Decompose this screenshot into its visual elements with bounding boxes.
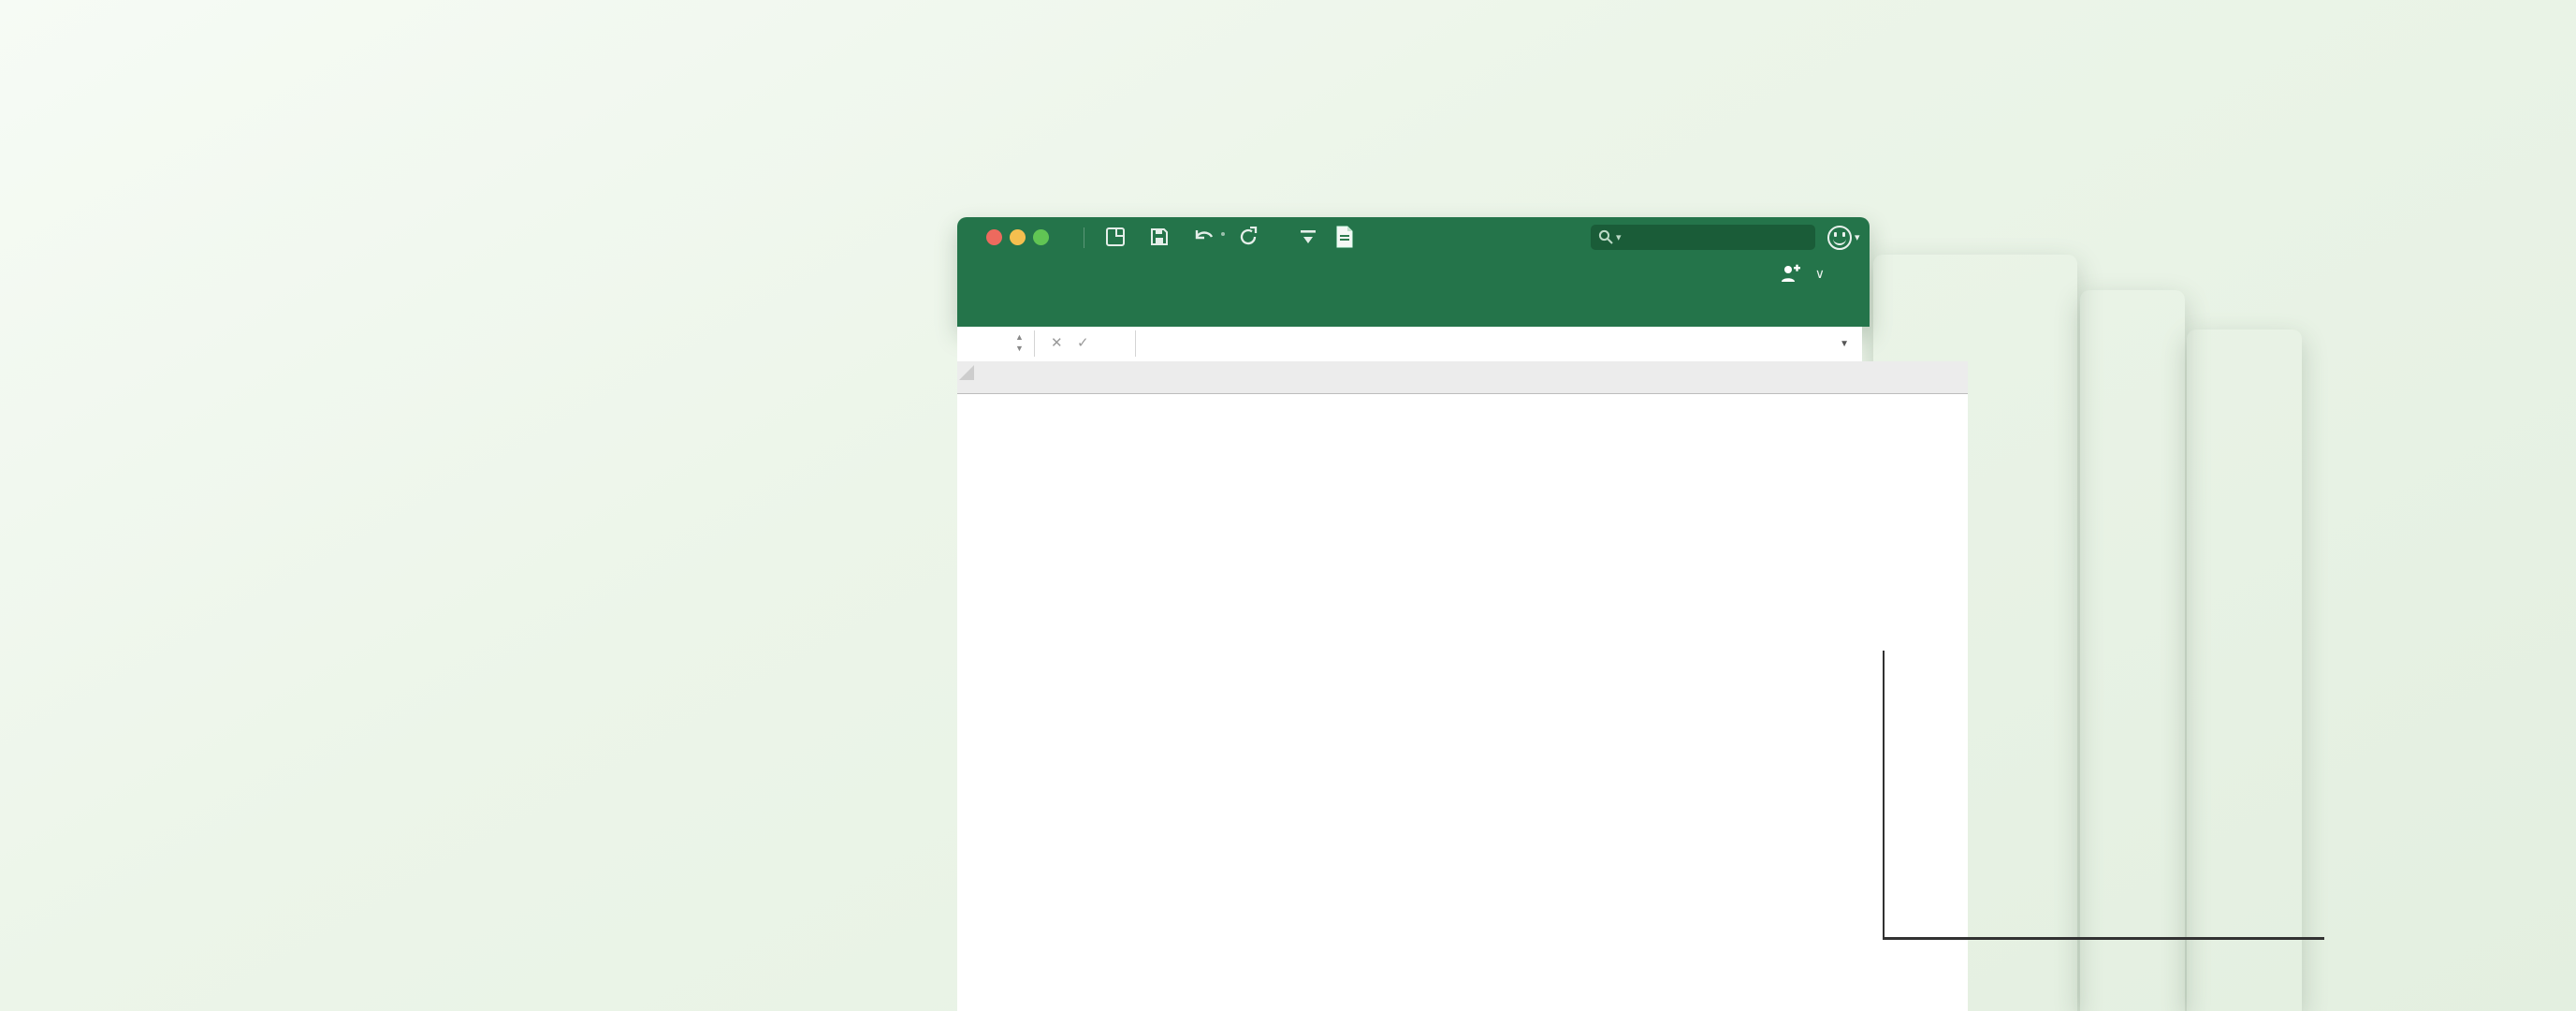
share-button[interactable]: ∨: [1780, 264, 1825, 283]
redo-icon[interactable]: [1238, 227, 1259, 247]
feedback-smiley-icon[interactable]: [1827, 226, 1852, 250]
close-window-button[interactable]: [986, 229, 1002, 245]
formula-bar-caret-icon[interactable]: ▼: [1840, 339, 1849, 349]
undo-menu-dot: [1221, 232, 1225, 236]
sheet-search-input[interactable]: ▾: [1591, 225, 1815, 250]
smiley-caret-icon[interactable]: ▾: [1855, 231, 1860, 243]
search-icon: [1598, 229, 1613, 244]
page: ▾ ▾ ∨ ▲▼ ✕ ✓: [0, 0, 2576, 1011]
excel-window-4: [2187, 330, 2302, 1011]
formula-bar: ▲▼ ✕ ✓ ▼: [957, 327, 1862, 362]
donut-chart: [891, 456, 1289, 855]
select-all-corner[interactable]: [959, 365, 974, 380]
add-person-icon: [1780, 264, 1800, 283]
excel-titlebar: ▾ ▾ ∨: [957, 217, 1870, 327]
search-scope-caret-icon[interactable]: ▾: [1616, 231, 1622, 243]
minimize-window-button[interactable]: [1010, 229, 1026, 245]
zoom-window-button[interactable]: [1033, 229, 1049, 245]
name-box-stepper[interactable]: ▲▼: [1015, 331, 1024, 354]
new-workbook-icon[interactable]: [1105, 227, 1126, 247]
share-caret-icon: ∨: [1815, 266, 1825, 282]
bar-chart-x-axis: [1883, 937, 2324, 940]
document-icon: [1335, 226, 1354, 248]
ribbon-tabs: [957, 257, 1870, 292]
toolbar-options-icon[interactable]: [1300, 229, 1317, 244]
cancel-entry-icon[interactable]: ✕: [1051, 334, 1063, 351]
save-icon[interactable]: [1149, 227, 1170, 247]
excel-window-3: [2080, 290, 2185, 1011]
undo-icon[interactable]: [1193, 228, 1215, 245]
confirm-entry-icon[interactable]: ✓: [1077, 334, 1089, 351]
bar-chart-y-axis: [1883, 651, 1885, 939]
column-headers: [957, 361, 1968, 394]
